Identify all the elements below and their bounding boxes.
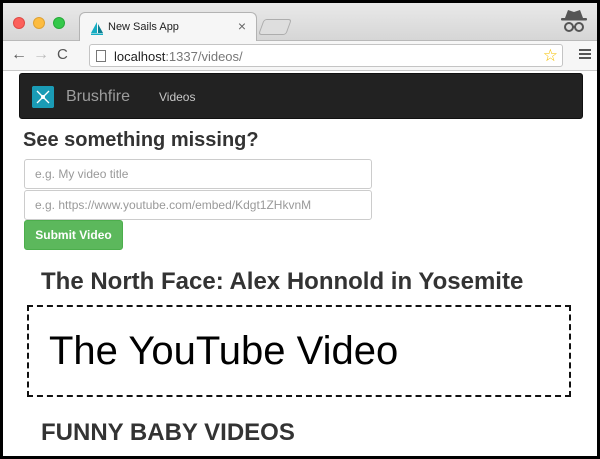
- close-window-button[interactable]: [13, 17, 25, 29]
- title-bar: New Sails App ×: [3, 3, 597, 42]
- minimize-window-button[interactable]: [33, 17, 45, 29]
- browser-toolbar: ← → C localhost:1337/videos/ ☆: [3, 41, 597, 71]
- address-bar[interactable]: localhost:1337/videos/ ☆: [89, 44, 563, 67]
- page-icon: [96, 50, 106, 62]
- reload-button[interactable]: C: [57, 46, 68, 64]
- browser-window: New Sails App × ← → C localhost:1337/vid…: [0, 0, 600, 459]
- tab-title: New Sails App: [108, 21, 179, 33]
- url-text: localhost:1337/videos/: [114, 49, 243, 64]
- browser-tab[interactable]: New Sails App ×: [79, 12, 257, 42]
- submit-video-button[interactable]: Submit Video: [24, 220, 123, 250]
- video-embed-placeholder[interactable]: The YouTube Video: [27, 305, 571, 397]
- nav-link-videos[interactable]: Videos: [159, 90, 195, 104]
- video-title-input[interactable]: [24, 159, 372, 189]
- forward-button[interactable]: →: [33, 46, 49, 64]
- back-button[interactable]: ←: [11, 46, 27, 64]
- url-path: :1337/videos/: [165, 49, 243, 64]
- app-navbar: Brushfire Videos: [19, 73, 583, 119]
- video-title: FUNNY BABY VIDEOS: [41, 419, 295, 446]
- brushfire-logo-icon[interactable]: [32, 86, 54, 108]
- video-title: The North Face: Alex Honnold in Yosemite: [41, 268, 524, 295]
- star-icon[interactable]: ☆: [543, 46, 558, 66]
- new-tab-button[interactable]: [258, 19, 292, 35]
- brand-name[interactable]: Brushfire: [66, 88, 130, 106]
- menu-icon[interactable]: [579, 49, 591, 59]
- url-host: localhost: [114, 49, 166, 64]
- maximize-window-button[interactable]: [53, 17, 65, 29]
- video-src-input[interactable]: [24, 190, 372, 220]
- sails-tab-icon: [91, 22, 103, 35]
- incognito-icon: [561, 10, 587, 32]
- video-placeholder-label: The YouTube Video: [49, 329, 399, 373]
- tab-close-icon[interactable]: ×: [238, 18, 246, 34]
- form-heading: See something missing?: [23, 129, 259, 151]
